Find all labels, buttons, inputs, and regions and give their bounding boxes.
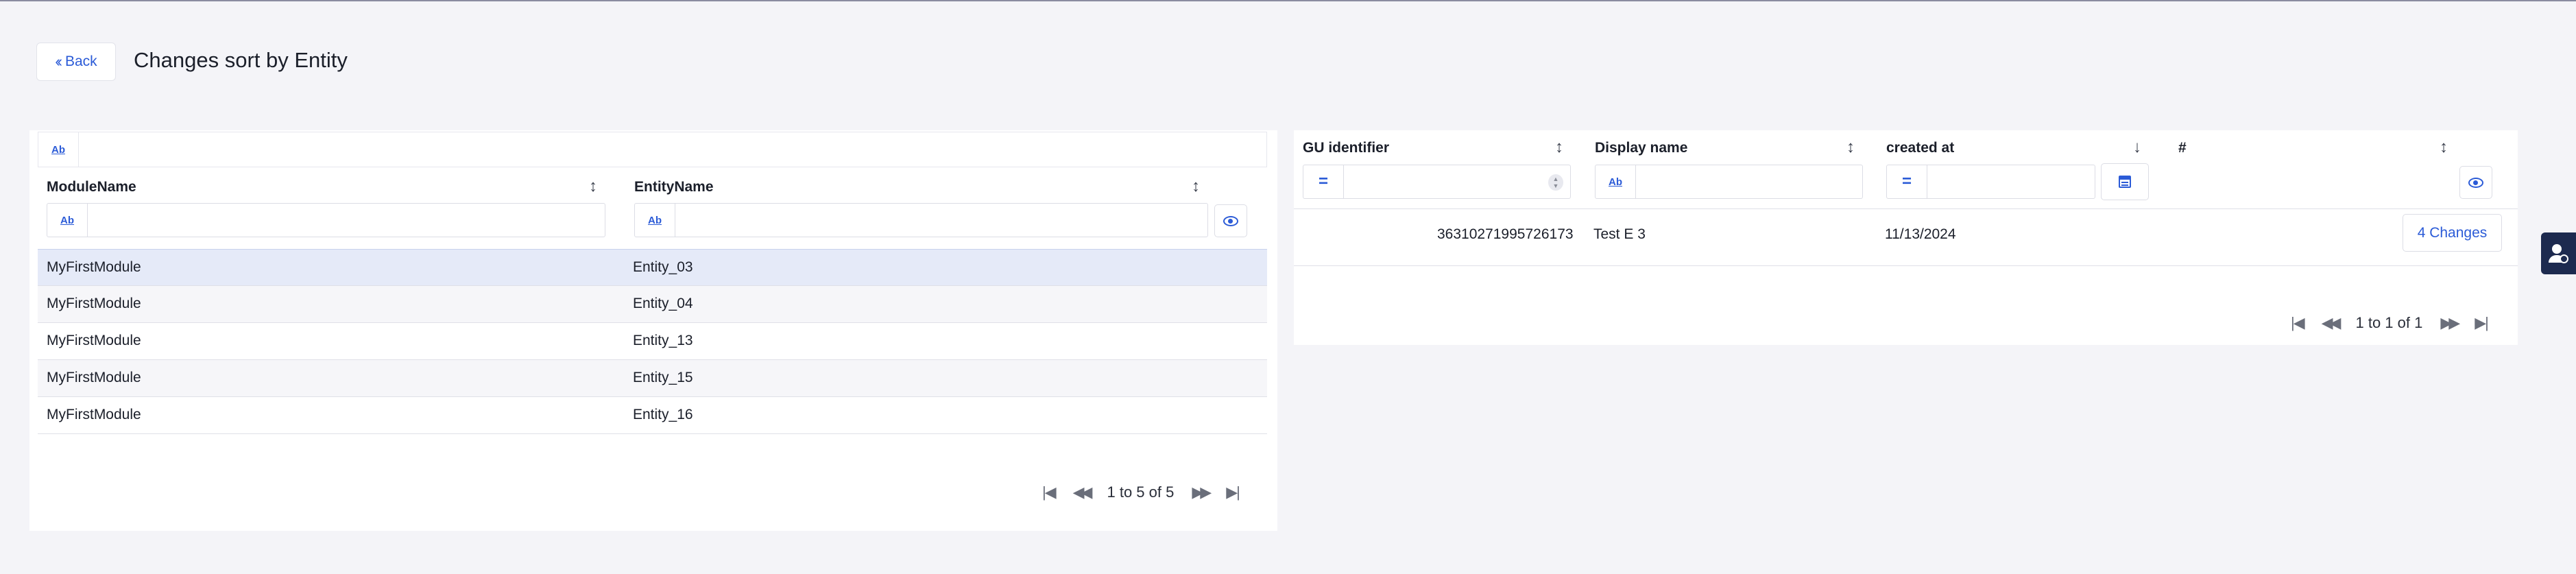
calendar-button[interactable] <box>2101 163 2149 200</box>
next-page-icon[interactable]: ▶▶ <box>1192 483 1212 501</box>
eye-icon <box>1223 215 1238 226</box>
sort-updown-icon[interactable]: ↕ <box>1846 138 1855 157</box>
page-title: Changes sort by Entity <box>134 48 348 72</box>
cell-modulename: MyFirstModule <box>47 296 141 311</box>
table-row[interactable]: MyFirstModule Entity_04 <box>38 286 1267 323</box>
entity-list-panel: Ab ModuleName ↕ EntityName ↕ Ab Ab MyFir… <box>29 130 1277 531</box>
user-settings-widget[interactable] <box>2541 232 2576 274</box>
prev-page-icon[interactable]: ◀◀ <box>2322 314 2342 332</box>
cell-modulename: MyFirstModule <box>47 407 141 422</box>
first-page-icon[interactable]: |◀ <box>2291 314 2305 332</box>
table-row[interactable]: MyFirstModule Entity_13 <box>38 323 1267 360</box>
table-row[interactable]: MyFirstModule Entity_15 <box>38 360 1267 397</box>
entityname-filter-input[interactable]: Ab <box>634 203 1208 237</box>
cell-entityname: Entity_15 <box>633 370 693 385</box>
cell-display-name: Test E 3 <box>1593 226 1646 242</box>
column-header-created-at[interactable]: created at <box>1886 140 1954 156</box>
cell-entityname: Entity_13 <box>633 333 693 348</box>
text-filter-icon: Ab <box>51 143 65 156</box>
cell-entityname: Entity_03 <box>633 259 693 275</box>
column-header-number[interactable]: # <box>2178 140 2187 156</box>
text-filter-icon: Ab <box>648 214 662 226</box>
row-divider <box>1294 208 2518 209</box>
pagination: |◀ ◀◀ 1 to 1 of 1 ▶▶ ▶| <box>2291 314 2489 332</box>
cell-gu-identifier: 36310271995726173 <box>1437 226 1574 242</box>
column-header-entityname[interactable]: EntityName <box>634 179 714 195</box>
column-visibility-button[interactable] <box>2459 166 2492 199</box>
display-name-filter-input[interactable]: Ab <box>1595 165 1863 199</box>
last-page-icon[interactable]: ▶| <box>2475 314 2489 332</box>
cell-modulename: MyFirstModule <box>47 333 141 348</box>
number-spinner[interactable]: ▲ ▼ <box>1548 174 1563 191</box>
created-at-filter-input[interactable]: = <box>1886 165 2095 199</box>
next-page-icon[interactable]: ▶▶ <box>2440 314 2460 332</box>
sort-updown-icon[interactable]: ↕ <box>2440 138 2448 157</box>
table-row[interactable]: MyFirstModule Entity_16 <box>38 397 1267 434</box>
prev-page-icon[interactable]: ◀◀ <box>1073 483 1093 501</box>
cell-entityname: Entity_16 <box>633 407 693 422</box>
table-row[interactable]: MyFirstModule Entity_03 <box>38 249 1267 286</box>
pager-text: 1 to 1 of 1 <box>2355 314 2423 331</box>
equals-filter-icon: = <box>1901 172 1912 191</box>
cell-created-at: 11/13/2024 <box>1885 226 1956 242</box>
first-page-icon[interactable]: |◀ <box>1042 483 1057 501</box>
pager-text: 1 to 5 of 5 <box>1107 483 1175 501</box>
sort-updown-icon[interactable]: ↕ <box>1555 138 1563 157</box>
column-visibility-button[interactable] <box>1214 204 1247 237</box>
column-header-gu-identifier[interactable]: GU identifier <box>1303 140 1389 156</box>
gu-identifier-filter-input[interactable]: = ▲ ▼ <box>1303 165 1571 199</box>
eye-icon <box>2468 177 2483 188</box>
changes-panel: GU identifier ↕ Display name ↕ created a… <box>1294 130 2518 345</box>
global-search-filter[interactable]: Ab <box>38 132 1267 167</box>
cell-modulename: MyFirstModule <box>47 370 141 385</box>
modulename-filter-input[interactable]: Ab <box>47 203 605 237</box>
calendar-icon <box>2119 176 2131 188</box>
text-filter-icon: Ab <box>1609 176 1622 188</box>
cell-entityname: Entity_04 <box>633 296 693 311</box>
back-button[interactable]: ‹‹ Back <box>36 43 116 81</box>
column-header-display-name[interactable]: Display name <box>1595 140 1687 156</box>
last-page-icon[interactable]: ▶| <box>1226 483 1240 501</box>
column-header-modulename[interactable]: ModuleName <box>47 179 136 195</box>
arrow-down-icon[interactable]: ↓ <box>2133 138 2141 157</box>
pagination: |◀ ◀◀ 1 to 5 of 5 ▶▶ ▶| <box>1042 483 1240 501</box>
back-label: Back <box>64 53 97 69</box>
equals-filter-icon: = <box>1318 172 1328 191</box>
cell-modulename: MyFirstModule <box>47 259 141 275</box>
double-chevron-left-icon: ‹‹ <box>55 53 62 70</box>
sort-updown-icon[interactable]: ↕ <box>1192 177 1200 196</box>
text-filter-type-button[interactable]: Ab <box>38 132 79 167</box>
row-divider <box>1294 265 2518 266</box>
text-filter-icon: Ab <box>60 214 74 226</box>
changes-button[interactable]: 4 Changes <box>2403 214 2502 252</box>
sort-updown-icon[interactable]: ↕ <box>589 177 597 196</box>
